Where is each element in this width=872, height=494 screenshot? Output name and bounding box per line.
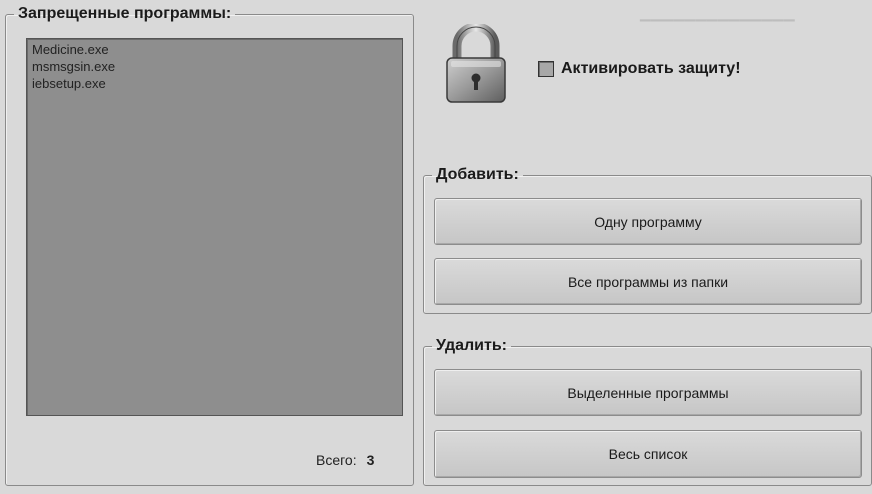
remove-selected-button[interactable]: Выделенные программы xyxy=(434,369,862,416)
total-count: Всего: 3 xyxy=(316,452,374,468)
list-item[interactable]: iebsetup.exe xyxy=(27,75,402,92)
total-value: 3 xyxy=(366,452,375,468)
bg-bleed: ▁▁▁▁▁▁▁▁▁▁▁▁▁▁ xyxy=(640,7,795,22)
remove-group-title: Удалить: xyxy=(436,337,507,354)
forbidden-programs-title: Запрещенные программы: xyxy=(18,5,232,22)
add-group-title: Добавить: xyxy=(436,166,519,183)
list-item[interactable]: msmsgsin.exe xyxy=(27,58,402,75)
total-label: Всего: xyxy=(316,452,357,468)
add-all-from-folder-button[interactable]: Все программы из папки xyxy=(434,258,862,305)
activate-protection-label: Активировать защиту! xyxy=(561,60,741,77)
remove-whole-list-button[interactable]: Весь список xyxy=(434,430,862,478)
checkbox-box[interactable] xyxy=(538,61,554,77)
list-item[interactable]: Medicine.exe xyxy=(27,41,402,58)
padlock-icon xyxy=(443,22,509,106)
forbidden-programs-list[interactable]: Medicine.exe msmsgsin.exe iebsetup.exe xyxy=(26,38,403,416)
activate-protection-checkbox[interactable]: Активировать защиту! xyxy=(538,60,741,78)
add-one-program-button[interactable]: Одну программу xyxy=(434,198,862,245)
